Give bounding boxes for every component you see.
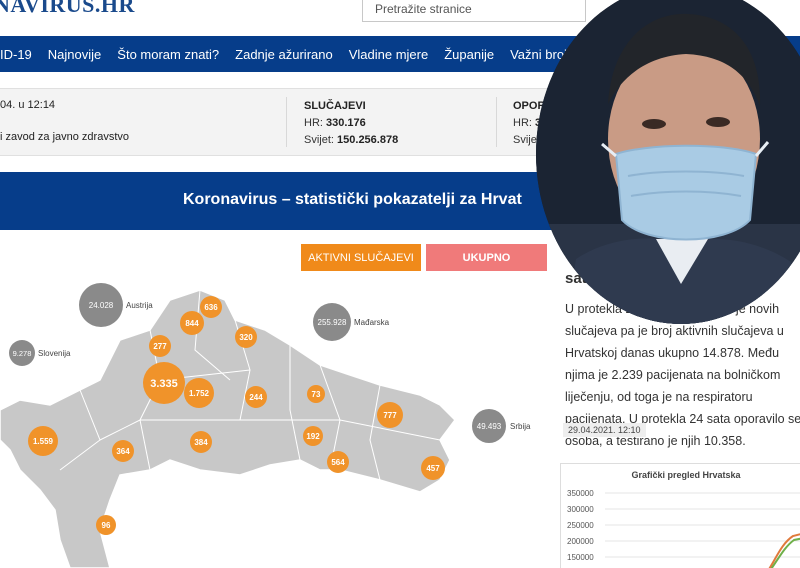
county-value: 777 xyxy=(383,411,397,420)
overview-chart: Grafički pregled Hrvatska 350000 300000 … xyxy=(560,463,800,568)
croatia-map: 24.028 Austrija 9.278 Slovenija 255.928 … xyxy=(0,283,531,568)
neighbor-name: Slovenija xyxy=(38,349,71,358)
county-value: 364 xyxy=(116,447,130,456)
cases-world: Svijet: 150.256.878 xyxy=(304,134,399,146)
nav-item-zadnje-azurirano[interactable]: Zadnje ažurirano xyxy=(227,47,341,62)
chart-series-line xyxy=(770,537,800,568)
county-value: 1.752 xyxy=(189,389,210,398)
nav-item-vladine-mjere[interactable]: Vladine mjere xyxy=(341,47,437,62)
article-timestamp: 29.04.2021. 12:10 xyxy=(563,423,646,437)
chart-series-line xyxy=(768,533,800,568)
county-value: 277 xyxy=(153,342,167,351)
cases-label: SLUČAJEVI xyxy=(304,100,366,112)
cases-stats: SLUČAJEVI HR: 330.176 Svijet: 150.256.87… xyxy=(304,98,398,149)
neighbor-value: 9.278 xyxy=(13,349,32,358)
banner-title: Koronavirus – statistički pokazatelji za… xyxy=(183,191,522,208)
neighbor-value: 24.028 xyxy=(89,301,114,310)
active-cases-button[interactable]: AKTIVNI SLUČAJEVI xyxy=(301,244,421,271)
neighbor-value: 49.493 xyxy=(477,422,502,431)
neighbor-name: Austrija xyxy=(126,301,153,310)
neighbor-value: 255.928 xyxy=(318,318,347,327)
county-value: 320 xyxy=(239,333,253,342)
search-input[interactable]: Pretražite stranice xyxy=(362,0,586,22)
divider xyxy=(496,97,497,147)
county-value: 244 xyxy=(249,393,263,402)
county-value: 384 xyxy=(194,438,208,447)
county-value: 96 xyxy=(102,521,111,530)
nav-item-covid[interactable]: ID-19 xyxy=(0,47,40,62)
county-value: 192 xyxy=(306,432,320,441)
nav-item-sto-moram-znati[interactable]: Što moram znati? xyxy=(109,47,227,62)
chart-lines xyxy=(605,492,800,568)
county-value: 564 xyxy=(331,458,345,467)
county-value: 3.335 xyxy=(150,378,178,390)
cases-hr: HR: 330.176 xyxy=(304,117,366,129)
site-logo[interactable]: NAVIRUS.HR xyxy=(0,0,135,18)
total-button[interactable]: UKUPNO xyxy=(426,244,547,271)
update-date: 04. u 12:14 xyxy=(0,99,56,111)
neighbor-name: Mađarska xyxy=(354,318,390,327)
county-value: 1.559 xyxy=(33,437,54,446)
county-value: 73 xyxy=(312,390,321,399)
data-source: i zavod za javno zdravstvo xyxy=(0,131,130,143)
county-value: 457 xyxy=(426,464,440,473)
screenshot-page: NAVIRUS.HR Pretražite stranice ID-19 Naj… xyxy=(0,0,800,568)
nav-item-zupanije[interactable]: Županije xyxy=(436,47,502,62)
neighbor-name: Srbija xyxy=(510,422,531,431)
county-value: 636 xyxy=(204,303,218,312)
county-value: 844 xyxy=(185,319,199,328)
nav-item-najnovije[interactable]: Najnovije xyxy=(40,47,109,62)
divider xyxy=(286,97,287,147)
face-mask xyxy=(614,144,758,241)
